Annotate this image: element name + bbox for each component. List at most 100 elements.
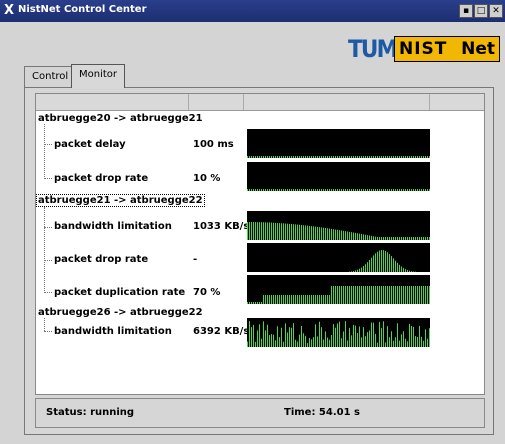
graph-bar: [389, 156, 390, 158]
graph-bar: [427, 338, 428, 347]
graph-bar: [291, 295, 292, 304]
status-text: Status: running: [46, 407, 135, 418]
graph-bar: [425, 189, 426, 191]
graph-bar: [341, 156, 342, 158]
graph-bar: [281, 327, 282, 347]
group-atbruegge21-22[interactable]: atbruegge21 -> atbruegge22: [36, 194, 205, 207]
graph-bar: [427, 286, 428, 304]
graph-bar: [311, 189, 312, 191]
graph-bar: [383, 156, 384, 158]
graph-bar: [363, 189, 364, 191]
graph-bar: [425, 237, 426, 240]
graph-bar: [309, 295, 310, 304]
graph-bar: [353, 270, 354, 272]
title-bar[interactable]: X NistNet Control Center ▪ □ ✕: [0, 0, 505, 22]
graph-bar: [339, 286, 340, 304]
graph-bar: [347, 156, 348, 158]
graph-bar: [303, 295, 304, 304]
graph-bar: [249, 302, 250, 304]
row-label: bandwidth limitation: [54, 221, 172, 232]
graph-bar: [397, 323, 398, 347]
graph-bar: [423, 286, 424, 304]
graph-bar: [267, 222, 268, 240]
graph-bar: [411, 271, 412, 272]
graph-bar: [319, 227, 320, 240]
graph-bar: [403, 331, 404, 347]
header-col-value[interactable]: [189, 94, 244, 110]
close-button[interactable]: ✕: [489, 4, 503, 18]
graph-bar: [349, 327, 350, 347]
graph-bar: [413, 326, 414, 347]
graph-bar: [369, 259, 370, 272]
graph-bar: [283, 156, 284, 158]
graph-bar: [371, 156, 372, 158]
graph-bar: [323, 339, 324, 347]
group-atbruegge26-22[interactable]: atbruegge26 -> atbruegge22: [38, 307, 203, 318]
graph-bar: [369, 330, 370, 347]
graph-bar: [295, 156, 296, 158]
graph-bar: [381, 286, 382, 304]
graph-bar: [279, 156, 280, 158]
group-atbruegge20-21[interactable]: atbruegge20 -> atbruegge21: [38, 113, 203, 124]
graph-bar: [285, 156, 286, 158]
graph-bar: [429, 286, 430, 304]
graph-bar: [401, 237, 402, 240]
graph-bar: [417, 237, 418, 240]
graph-bar: [355, 270, 356, 272]
graph-bar: [363, 327, 364, 347]
graph-bar: [337, 156, 338, 158]
graph-bar: [383, 286, 384, 304]
graph-bar: [335, 327, 336, 347]
graph-bar: [321, 227, 322, 240]
graph-bar: [289, 223, 290, 240]
minimize-button[interactable]: ▪: [459, 4, 473, 18]
graph-bar: [367, 235, 368, 240]
header-col-name[interactable]: [36, 94, 189, 110]
graph-bar: [377, 286, 378, 304]
graph-bar: [315, 295, 316, 304]
graph-bar: [275, 156, 276, 158]
graph-bar: [309, 337, 310, 347]
graph-bar: [335, 189, 336, 191]
graph-bar: [269, 335, 270, 347]
graph-bar: [333, 324, 334, 347]
graph-bar: [393, 286, 394, 304]
graph-bar: [379, 237, 380, 240]
graph-bar: [321, 189, 322, 191]
graph-bar: [427, 189, 428, 191]
graph-bar: [281, 295, 282, 304]
graph-bar: [315, 189, 316, 191]
graph-bar: [397, 262, 398, 272]
graph-bar: [251, 189, 252, 191]
graph-bar: [303, 225, 304, 240]
maximize-button[interactable]: □: [474, 4, 488, 18]
graph-bar: [271, 222, 272, 240]
tree-line: [44, 318, 45, 331]
graph-bar: [281, 189, 282, 191]
graph-bar: [371, 257, 372, 272]
row-label: bandwidth limitation: [54, 326, 172, 337]
tab-control[interactable]: Control: [24, 66, 72, 88]
graph-bar: [257, 222, 258, 240]
tree-branch: [44, 227, 52, 228]
header-col-graph[interactable]: [244, 94, 430, 110]
graph-bar: [333, 286, 334, 304]
row-value: 70 %: [193, 287, 221, 298]
graph-bar: [369, 189, 370, 191]
graph-bar: [375, 189, 376, 191]
graph-bar: [405, 269, 406, 272]
graph-bar: [397, 189, 398, 191]
graph-bar: [359, 268, 360, 272]
tree-line: [44, 124, 45, 179]
graph-bar: [259, 189, 260, 191]
graph-bar: [271, 295, 272, 304]
graph-bar: [425, 329, 426, 347]
graph-bar: [385, 342, 386, 347]
tab-monitor[interactable]: Monitor: [71, 64, 125, 88]
graph-bar: [317, 156, 318, 158]
monitor-list[interactable]: atbruegge20 -> atbruegge21 packet delay …: [35, 93, 485, 395]
graph-bar: [247, 341, 248, 347]
tree-branch: [44, 178, 52, 179]
graph-bar: [275, 189, 276, 191]
graph-bar: [317, 336, 318, 347]
